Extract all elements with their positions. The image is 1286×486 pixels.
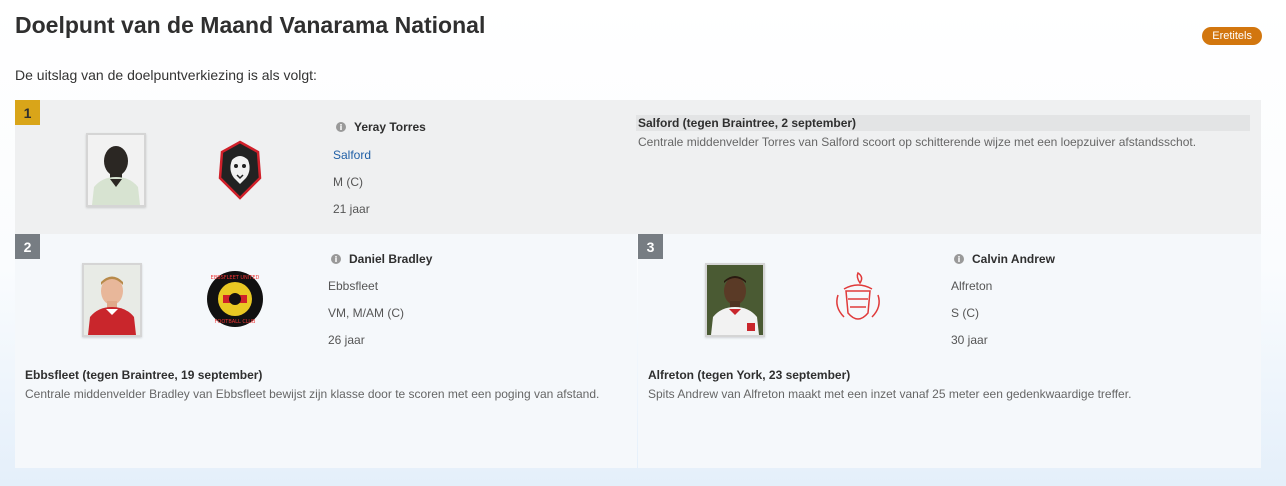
rank-badge: 3 — [638, 234, 663, 259]
goal-title: Salford (tegen Braintree, 2 september) — [636, 115, 1250, 131]
alfreton-crest-icon[interactable] — [826, 267, 890, 331]
rank-badge: 1 — [15, 100, 40, 125]
player-position: S (C) — [951, 306, 979, 320]
goal-description: Centrale middenvelder Bradley van Ebbsfl… — [25, 387, 600, 401]
player-age: 26 jaar — [328, 333, 365, 347]
winner-panel-1: 1 i Yeray Torres Salford M (C) 21 jaar S… — [15, 100, 1261, 234]
player-silhouette-icon — [88, 135, 144, 205]
player-age: 30 jaar — [951, 333, 988, 347]
crest-text-bottom: FOOTBALL CLUB — [215, 319, 257, 325]
page-title: Doelpunt van de Maand Vanarama National — [15, 12, 486, 38]
player-portrait-icon — [707, 265, 763, 335]
intro-text: De uitslag van de doelpuntverkiezing is … — [15, 67, 317, 83]
player-photo[interactable] — [86, 133, 146, 207]
club-name: Alfreton — [951, 279, 993, 293]
player-photo[interactable] — [705, 263, 765, 337]
player-portrait-icon — [84, 265, 140, 335]
player-position: M (C) — [333, 175, 363, 189]
player-position: VM, M/AM (C) — [328, 306, 404, 320]
rank-badge: 2 — [15, 234, 40, 259]
club-link[interactable]: Salford — [333, 148, 371, 162]
goal-title: Alfreton (tegen York, 23 september) — [648, 368, 851, 382]
player-name-link[interactable]: i Calvin Andrew — [954, 252, 1055, 266]
salford-lion-crest-icon[interactable] — [208, 138, 272, 202]
honours-badge-button[interactable]: Eretitels — [1202, 27, 1262, 45]
player-name-link[interactable]: i Yeray Torres — [336, 120, 426, 134]
ebbsfleet-united-crest-icon[interactable]: EBBSFLEET UNITED FOOTBALL CLUB — [203, 267, 267, 331]
club-name: Ebbsfleet — [328, 279, 379, 293]
player-name: Daniel Bradley — [349, 252, 433, 266]
info-icon: i — [331, 254, 341, 264]
goal-description: Spits Andrew van Alfreton maakt met een … — [648, 387, 1132, 401]
crest-text-top: EBBSFLEET UNITED — [211, 275, 260, 281]
player-age: 21 jaar — [333, 202, 370, 216]
player-photo[interactable] — [82, 263, 142, 337]
goal-description: Centrale middenvelder Torres van Salford… — [638, 135, 1197, 149]
goal-title: Ebbsfleet (tegen Braintree, 19 september… — [25, 368, 263, 382]
info-icon: i — [954, 254, 964, 264]
info-icon: i — [336, 122, 346, 132]
player-name-link[interactable]: i Daniel Bradley — [331, 252, 432, 266]
winner-panel-3: 3 i Calvin Andrew Alfreton S (C) 30 jaar… — [638, 234, 1261, 468]
player-name: Calvin Andrew — [972, 252, 1055, 266]
player-name: Yeray Torres — [354, 120, 426, 134]
winner-panel-2: 2 EBBSFLEET UNITED FOOTBALL CLUB i Danie… — [15, 234, 637, 468]
